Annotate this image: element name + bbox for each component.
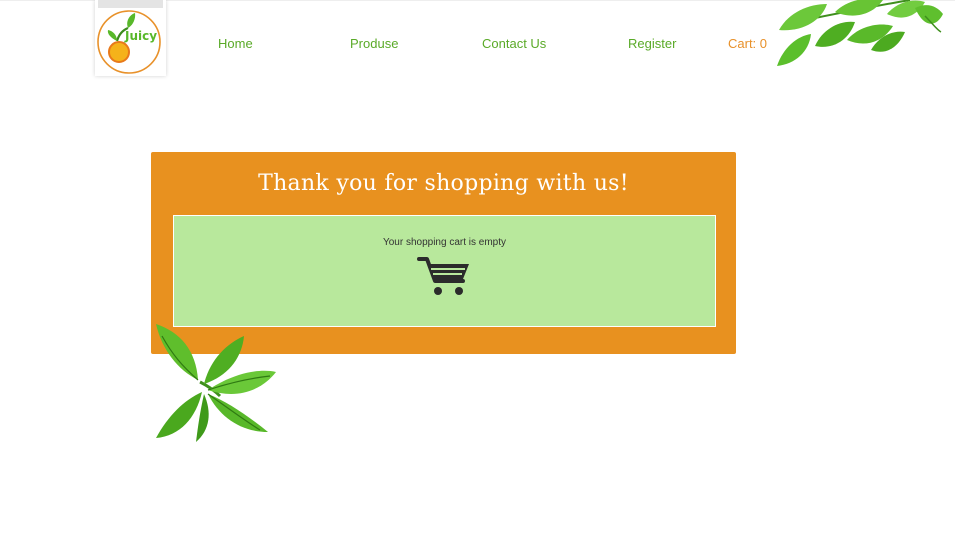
panel-title: Thank you for shopping with us!: [258, 171, 629, 196]
shopping-cart-icon: [417, 257, 469, 295]
leaves-decoration-top: [777, 0, 943, 66]
juicy-logo: Juicy: [97, 10, 161, 74]
nav-register-link[interactable]: Register: [628, 36, 676, 51]
logo-tab[interactable]: Juicy: [95, 0, 166, 76]
nav-produse-link[interactable]: Produse: [350, 36, 398, 51]
nav-home-link[interactable]: Home: [218, 36, 253, 51]
cart-empty-message: Your shopping cart is empty: [382, 237, 507, 248]
nav-contact-link[interactable]: Contact Us: [482, 36, 546, 51]
page: Juicy Home Produse Contact Us Register C…: [0, 0, 955, 539]
logo-text: Juicy: [124, 29, 157, 43]
nav-cart-link[interactable]: Cart: 0: [728, 36, 767, 51]
cart-box: Your shopping cart is empty: [173, 215, 716, 327]
leaves-decoration-bottom: [156, 324, 276, 442]
